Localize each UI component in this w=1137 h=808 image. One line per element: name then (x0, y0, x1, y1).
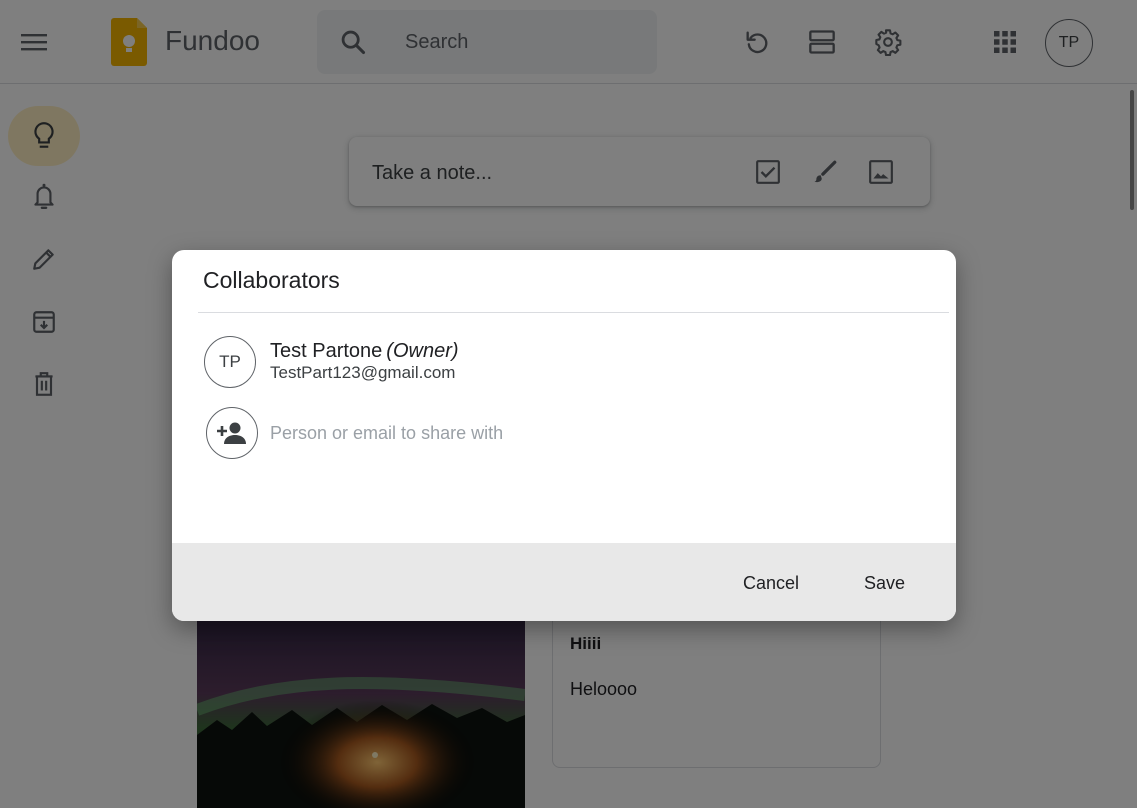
add-collaborator-avatar (206, 407, 258, 459)
collaborators-dialog: Collaborators TP Test Partone (Owner) Tes… (172, 250, 956, 621)
share-input[interactable] (270, 418, 870, 448)
owner-name-line: Test Partone (Owner) (270, 340, 459, 363)
cancel-button[interactable]: Cancel (729, 565, 813, 601)
owner-email: TestPart123@gmail.com (270, 363, 456, 382)
owner-name: Test Partone (270, 340, 383, 362)
owner-role: (Owner) (386, 340, 459, 362)
save-button[interactable]: Save (850, 565, 919, 601)
dialog-footer: Cancel Save (172, 543, 956, 621)
owner-avatar: TP (204, 336, 256, 388)
dialog-divider (198, 312, 949, 313)
dialog-title: Collaborators (203, 267, 340, 293)
person-add-icon (217, 422, 246, 444)
